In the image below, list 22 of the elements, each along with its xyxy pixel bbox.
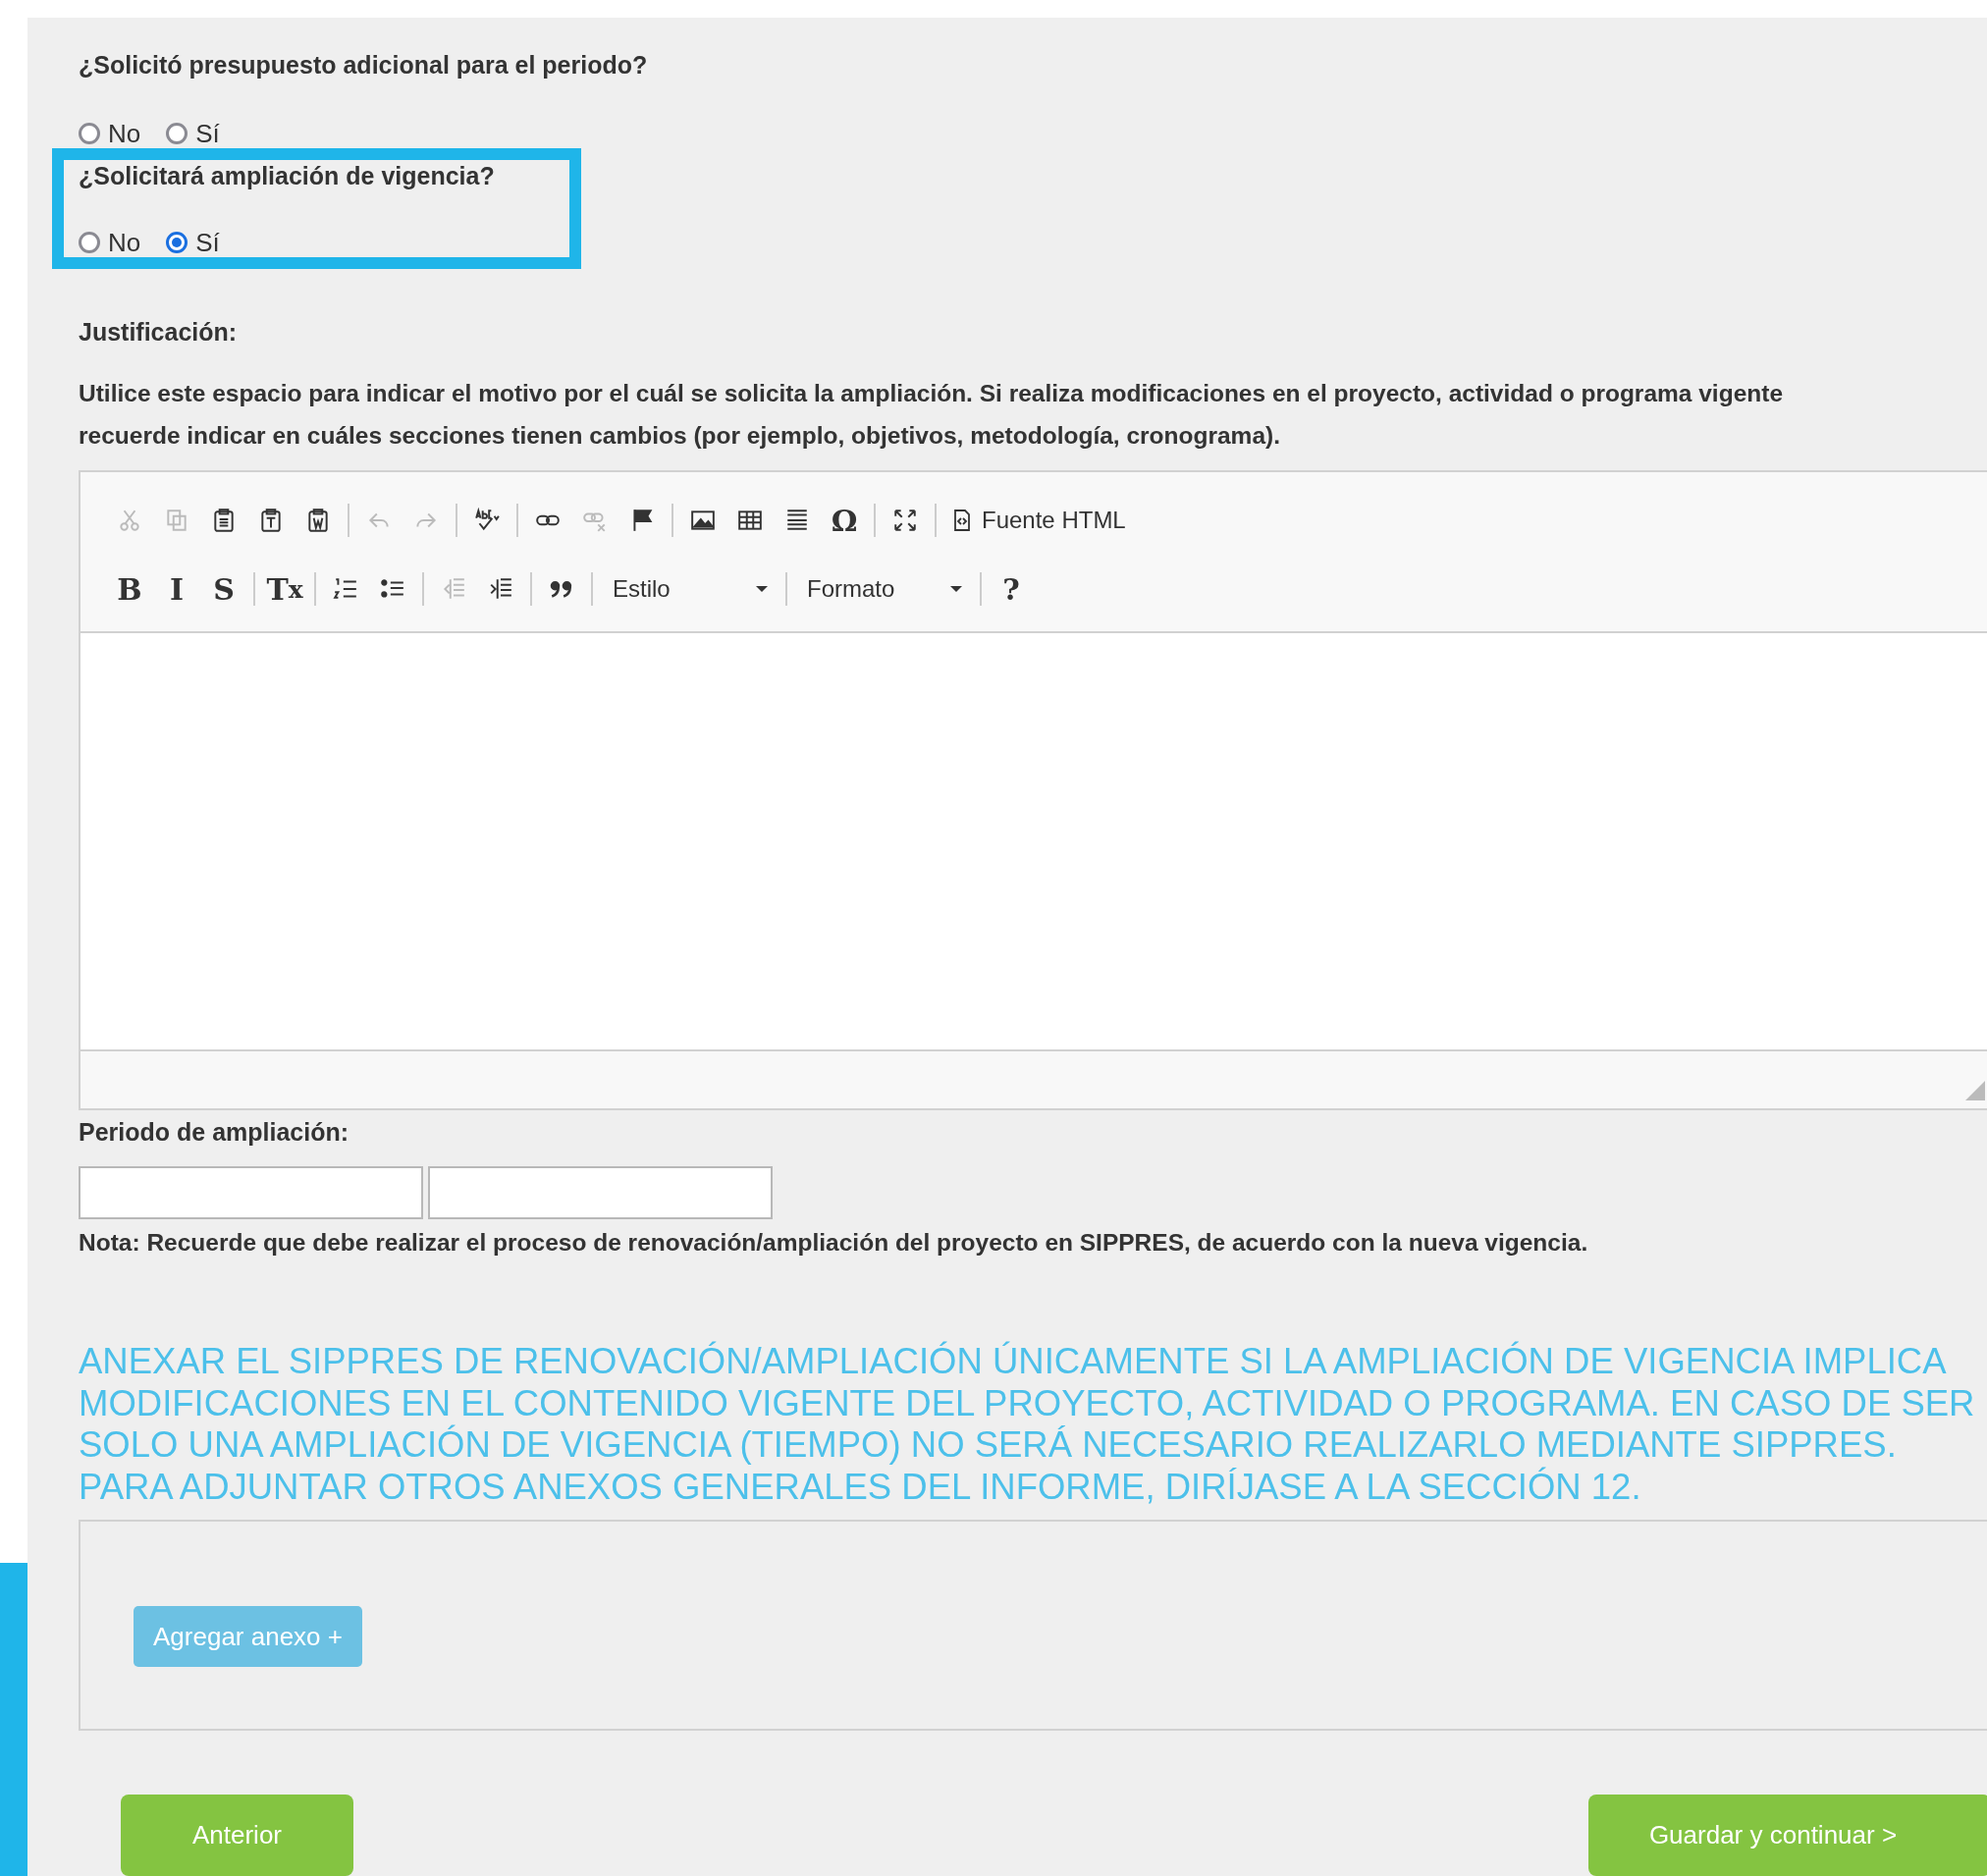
radio-option[interactable]: No bbox=[79, 227, 141, 257]
question-label: ¿Solicitará ampliación de vigencia? bbox=[79, 162, 496, 190]
source-button[interactable]: Fuente HTML bbox=[944, 507, 1132, 534]
radio-option[interactable]: Sí bbox=[166, 118, 220, 149]
toolbar-button[interactable]: I bbox=[155, 567, 198, 611]
field-label: Justificación: bbox=[79, 318, 239, 347]
toolbar-button[interactable]: S bbox=[202, 567, 245, 611]
field-label: Periodo de ampliación: bbox=[79, 1118, 350, 1147]
style-dropdown[interactable]: Formato bbox=[795, 575, 972, 603]
toolbar-button[interactable]: Ω bbox=[823, 499, 866, 542]
question-label: ¿Solicitó presupuesto adicional para el periodo? bbox=[79, 51, 649, 80]
style-dropdown[interactable]: Estilo bbox=[601, 575, 778, 603]
note-text: Nota: Recuerde que debe realizar el proceso de renovación/ampliación del proyecto en SIPPRES, de acuerdo con la nueva vigencia. bbox=[79, 1229, 1589, 1257]
date-field[interactable] bbox=[79, 1166, 423, 1219]
radio-option[interactable]: Sí bbox=[166, 227, 220, 257]
resize-grip-icon[interactable] bbox=[1965, 1081, 1985, 1100]
radio-option[interactable]: No bbox=[79, 118, 141, 149]
toolbar-button[interactable]: B bbox=[108, 567, 151, 611]
toolbar-button[interactable]: ? bbox=[990, 567, 1033, 611]
annex-notice: ANEXAR EL SIPPRES DE RENOVACIÓN/AMPLIACIÓN ÚNICAMENTE SI LA AMPLIACIÓN DE VIGENCIA IMPLICA MODIFICACIONES EN EL CONTENIDO VIGENTE DEL PROYECTO, ACTIVIDAD O PROGRAMA. EN CASO DE SER SOLO UNA AMPLIACIÓN DE VIGENCIA (TIEMPO) NO SERÁ NECESARIO REALIZARLO MEDIANTE SIPPRES. PARA ADJUNTAR OTROS ANEXOS GENERALES DEL INFORME, DIRÍJASE A LA SECCIÓN 12. bbox=[79, 1341, 1976, 1508]
instructions-text: Utilice este espacio para indicar el motivo por el cuál se solicita la ampliación. Si realiza modificaciones en el proyecto, actividad o programa vigente recuerde indicar en cuáles secciones tienen cambios (por ejemplo, objetivos, metodología, cronograma). bbox=[79, 379, 1785, 451]
date-field[interactable] bbox=[428, 1166, 773, 1219]
